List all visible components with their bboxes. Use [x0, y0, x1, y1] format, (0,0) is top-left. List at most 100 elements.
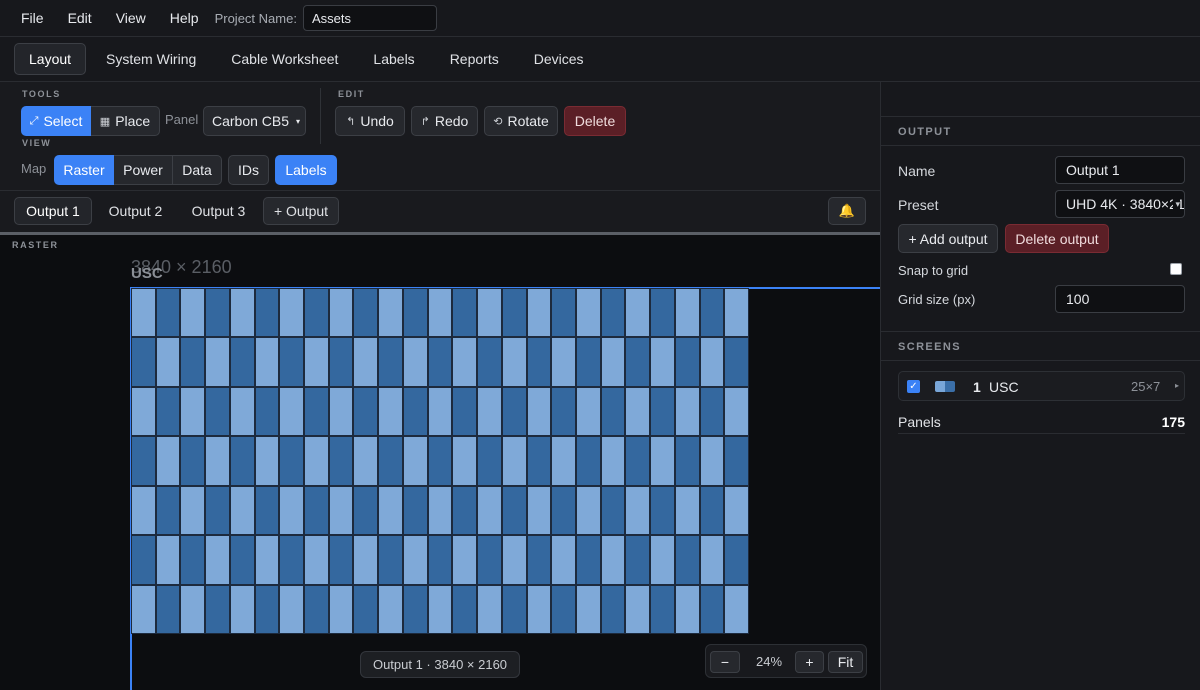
- led-panel[interactable]: [230, 585, 255, 634]
- led-panel[interactable]: [551, 535, 576, 585]
- led-panel[interactable]: [156, 535, 180, 585]
- led-panel[interactable]: [180, 387, 205, 436]
- notifications-button[interactable]: 🔔: [828, 197, 866, 225]
- led-panel[interactable]: [353, 486, 378, 535]
- led-panel[interactable]: [527, 387, 551, 436]
- led-panel[interactable]: [650, 387, 675, 436]
- led-panel[interactable]: [403, 535, 428, 585]
- led-panel[interactable]: [180, 535, 205, 585]
- led-panel[interactable]: [452, 436, 477, 486]
- led-panel[interactable]: [156, 337, 180, 387]
- led-panel[interactable]: [650, 288, 675, 337]
- grid-size-input[interactable]: [1055, 285, 1185, 313]
- led-panel[interactable]: [477, 585, 502, 634]
- place-tool-button[interactable]: ▦ Place: [91, 106, 160, 136]
- led-panel[interactable]: [477, 387, 502, 436]
- led-panel[interactable]: [131, 436, 156, 486]
- led-panel[interactable]: [551, 337, 576, 387]
- led-panel[interactable]: [601, 288, 625, 337]
- led-panel[interactable]: [329, 486, 353, 535]
- led-panel[interactable]: [576, 585, 601, 634]
- led-panel[interactable]: [700, 535, 724, 585]
- led-panel[interactable]: [180, 288, 205, 337]
- led-panel[interactable]: [601, 486, 625, 535]
- led-panel[interactable]: [527, 585, 551, 634]
- led-panel[interactable]: [180, 486, 205, 535]
- led-panel[interactable]: [378, 535, 403, 585]
- led-panel[interactable]: [551, 486, 576, 535]
- led-panel[interactable]: [527, 337, 551, 387]
- menu-view[interactable]: View: [104, 0, 158, 37]
- led-panel[interactable]: [527, 486, 551, 535]
- tab-devices[interactable]: Devices: [519, 43, 599, 75]
- led-panel[interactable]: [700, 486, 724, 535]
- led-panel[interactable]: [625, 535, 650, 585]
- led-panel[interactable]: [353, 436, 378, 486]
- led-panel[interactable]: [378, 436, 403, 486]
- led-panel[interactable]: [180, 436, 205, 486]
- led-panel[interactable]: [378, 387, 403, 436]
- led-panel[interactable]: [477, 436, 502, 486]
- led-panel[interactable]: [428, 486, 452, 535]
- zoom-out-button[interactable]: −: [710, 651, 740, 673]
- led-panel[interactable]: [353, 337, 378, 387]
- led-panel[interactable]: [724, 535, 749, 585]
- labels-toggle-button[interactable]: Labels: [275, 155, 337, 185]
- led-panel[interactable]: [205, 387, 230, 436]
- led-panel[interactable]: [452, 585, 477, 634]
- led-panel[interactable]: [230, 387, 255, 436]
- led-panel[interactable]: [205, 535, 230, 585]
- led-panel[interactable]: [551, 288, 576, 337]
- led-panel[interactable]: [180, 585, 205, 634]
- led-panel[interactable]: [675, 585, 700, 634]
- led-panel[interactable]: [353, 387, 378, 436]
- led-panel[interactable]: [353, 288, 378, 337]
- led-panel[interactable]: [205, 288, 230, 337]
- led-panel[interactable]: [279, 585, 304, 634]
- led-panel[interactable]: [156, 585, 180, 634]
- led-panel[interactable]: [304, 585, 329, 634]
- led-panel[interactable]: [230, 436, 255, 486]
- led-panel[interactable]: [576, 535, 601, 585]
- led-panel[interactable]: [378, 337, 403, 387]
- led-panel[interactable]: [428, 387, 452, 436]
- led-panel[interactable]: [601, 337, 625, 387]
- tab-reports[interactable]: Reports: [435, 43, 514, 75]
- led-panel[interactable]: [279, 337, 304, 387]
- add-output-button[interactable]: + Add output: [898, 224, 998, 253]
- screen-panel-grid[interactable]: [131, 288, 749, 634]
- led-panel[interactable]: [576, 486, 601, 535]
- led-panel[interactable]: [700, 436, 724, 486]
- led-panel[interactable]: [675, 535, 700, 585]
- led-panel[interactable]: [180, 337, 205, 387]
- led-panel[interactable]: [255, 387, 279, 436]
- led-panel[interactable]: [403, 387, 428, 436]
- led-panel[interactable]: [131, 585, 156, 634]
- led-panel[interactable]: [428, 535, 452, 585]
- led-panel[interactable]: [353, 535, 378, 585]
- led-panel[interactable]: [156, 387, 180, 436]
- led-panel[interactable]: [650, 585, 675, 634]
- led-panel[interactable]: [230, 337, 255, 387]
- led-panel[interactable]: [452, 535, 477, 585]
- led-panel[interactable]: [576, 337, 601, 387]
- add-output-tab-button[interactable]: + Output: [263, 197, 339, 225]
- led-panel[interactable]: [527, 288, 551, 337]
- led-panel[interactable]: [724, 585, 749, 634]
- output-tab-3[interactable]: Output 3: [180, 197, 257, 225]
- led-panel[interactable]: [502, 585, 527, 634]
- panel-select[interactable]: Carbon CB5 ▾: [203, 106, 306, 136]
- led-panel[interactable]: [477, 535, 502, 585]
- led-panel[interactable]: [205, 337, 230, 387]
- zoom-in-button[interactable]: +: [795, 651, 824, 673]
- output-tab-1[interactable]: Output 1: [14, 197, 92, 225]
- led-panel[interactable]: [452, 486, 477, 535]
- led-panel[interactable]: [724, 486, 749, 535]
- led-panel[interactable]: [477, 288, 502, 337]
- redo-button[interactable]: ↱ Redo: [411, 106, 478, 136]
- led-panel[interactable]: [304, 535, 329, 585]
- led-panel[interactable]: [625, 486, 650, 535]
- led-panel[interactable]: [378, 585, 403, 634]
- led-panel[interactable]: [403, 486, 428, 535]
- led-panel[interactable]: [205, 486, 230, 535]
